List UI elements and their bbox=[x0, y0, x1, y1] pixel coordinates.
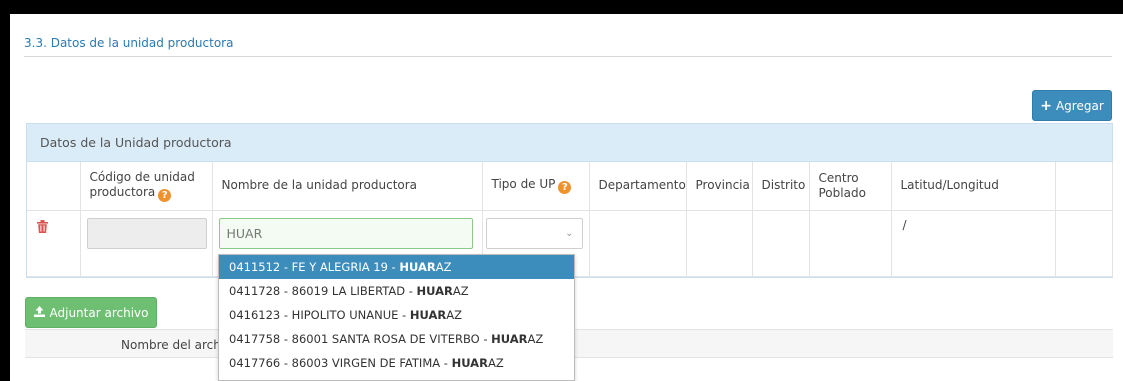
cell-provincia bbox=[686, 210, 753, 277]
option-prefix: 0411728 - 86019 LA LIBERTAD - bbox=[229, 284, 417, 298]
col-latlng: Latitud/Longitud bbox=[891, 162, 1056, 211]
option-match: HUAR bbox=[416, 284, 453, 298]
upload-icon bbox=[33, 305, 45, 320]
unit-type-select[interactable]: ⌄ bbox=[485, 217, 583, 249]
option-suffix: AZ bbox=[446, 308, 462, 322]
option-match: HUAR bbox=[399, 260, 436, 274]
option-prefix: 0411512 - FE Y ALEGRIA 19 - bbox=[229, 260, 400, 274]
file-name-column-header: Nombre del archi bbox=[121, 338, 225, 352]
add-button[interactable]: + Agregar bbox=[1032, 90, 1112, 121]
autocomplete-option[interactable]: 0417758 - 86001 SANTA ROSA DE VITERBO - … bbox=[219, 327, 574, 351]
unit-name-input[interactable]: HUAR bbox=[218, 217, 473, 249]
cell-actions bbox=[27, 210, 81, 277]
help-icon[interactable]: ? bbox=[158, 188, 172, 202]
table-header-row: Código de unidad productora? Nombre de l… bbox=[27, 162, 1113, 211]
col-code: Código de unidad productora? bbox=[80, 162, 213, 211]
col-name: Nombre de la unidad productora bbox=[212, 162, 483, 211]
col-centro-poblado: Centro Poblado bbox=[809, 162, 892, 211]
trash-icon[interactable] bbox=[37, 219, 48, 236]
col-centro-label-1: Centro bbox=[818, 170, 859, 185]
cell-departamento bbox=[589, 210, 687, 277]
code-field[interactable] bbox=[86, 217, 207, 249]
attach-file-label: Adjuntar archivo bbox=[49, 305, 149, 320]
section-title: 3.3. Datos de la unidad productora bbox=[24, 36, 234, 50]
option-match: HUAR bbox=[409, 308, 447, 322]
option-prefix: 0417758 - 86001 SANTA ROSA DE VITERBO - bbox=[229, 332, 492, 346]
col-centro-label-2: Poblado bbox=[818, 185, 866, 200]
option-match: HUAR bbox=[491, 332, 528, 346]
autocomplete-dropdown: 0411512 - FE Y ALEGRIA 19 - HUARAZ 04117… bbox=[218, 254, 575, 381]
cell-centro-poblado bbox=[809, 210, 892, 277]
col-type-label: Tipo de UP bbox=[491, 177, 556, 192]
col-code-label-1: Código de unidad bbox=[89, 169, 195, 184]
plus-icon: + bbox=[1040, 97, 1052, 114]
cell-code bbox=[80, 210, 213, 277]
cell-latlng: / bbox=[891, 210, 1056, 277]
col-provincia: Provincia bbox=[686, 162, 753, 211]
autocomplete-option[interactable]: 0416123 - HIPOLITO UNANUE - HUARAZ bbox=[219, 303, 574, 327]
option-suffix: AZ bbox=[487, 356, 504, 370]
option-suffix: AZ bbox=[435, 260, 452, 274]
page: 3.3. Datos de la unidad productora + Agr… bbox=[10, 14, 1123, 381]
autocomplete-option[interactable]: 0411728 - 86019 LA LIBERTAD - HUARAZ bbox=[219, 279, 574, 303]
option-match: HUAR bbox=[451, 356, 488, 370]
col-type: Tipo de UP? bbox=[482, 162, 590, 211]
section-divider bbox=[24, 56, 1112, 57]
autocomplete-option[interactable]: 0417766 - 86003 VIRGEN DE FATIMA - HUARA… bbox=[219, 351, 574, 375]
cell-distrito bbox=[752, 210, 810, 277]
col-actions bbox=[27, 162, 81, 211]
autocomplete-option[interactable]: 0411512 - FE Y ALEGRIA 19 - HUARAZ bbox=[219, 255, 574, 279]
col-departamento: Departamento bbox=[589, 162, 687, 211]
cell-extra bbox=[1055, 210, 1113, 277]
help-icon[interactable]: ? bbox=[558, 181, 572, 195]
col-distrito: Distrito bbox=[752, 162, 810, 211]
option-suffix: AZ bbox=[452, 284, 469, 298]
col-code-label-2: productora bbox=[89, 184, 156, 199]
chevron-down-icon: ⌄ bbox=[565, 227, 574, 239]
add-button-label: Agregar bbox=[1055, 98, 1104, 113]
panel-title: Datos de la Unidad productora bbox=[27, 124, 1112, 162]
col-extra bbox=[1055, 162, 1113, 211]
option-prefix: 0417766 - 86003 VIRGEN DE FATIMA - bbox=[229, 356, 452, 370]
option-prefix: 0416123 - HIPOLITO UNANUE - bbox=[229, 308, 410, 322]
option-suffix: AZ bbox=[527, 332, 544, 346]
attach-file-button[interactable]: Adjuntar archivo bbox=[25, 297, 157, 328]
